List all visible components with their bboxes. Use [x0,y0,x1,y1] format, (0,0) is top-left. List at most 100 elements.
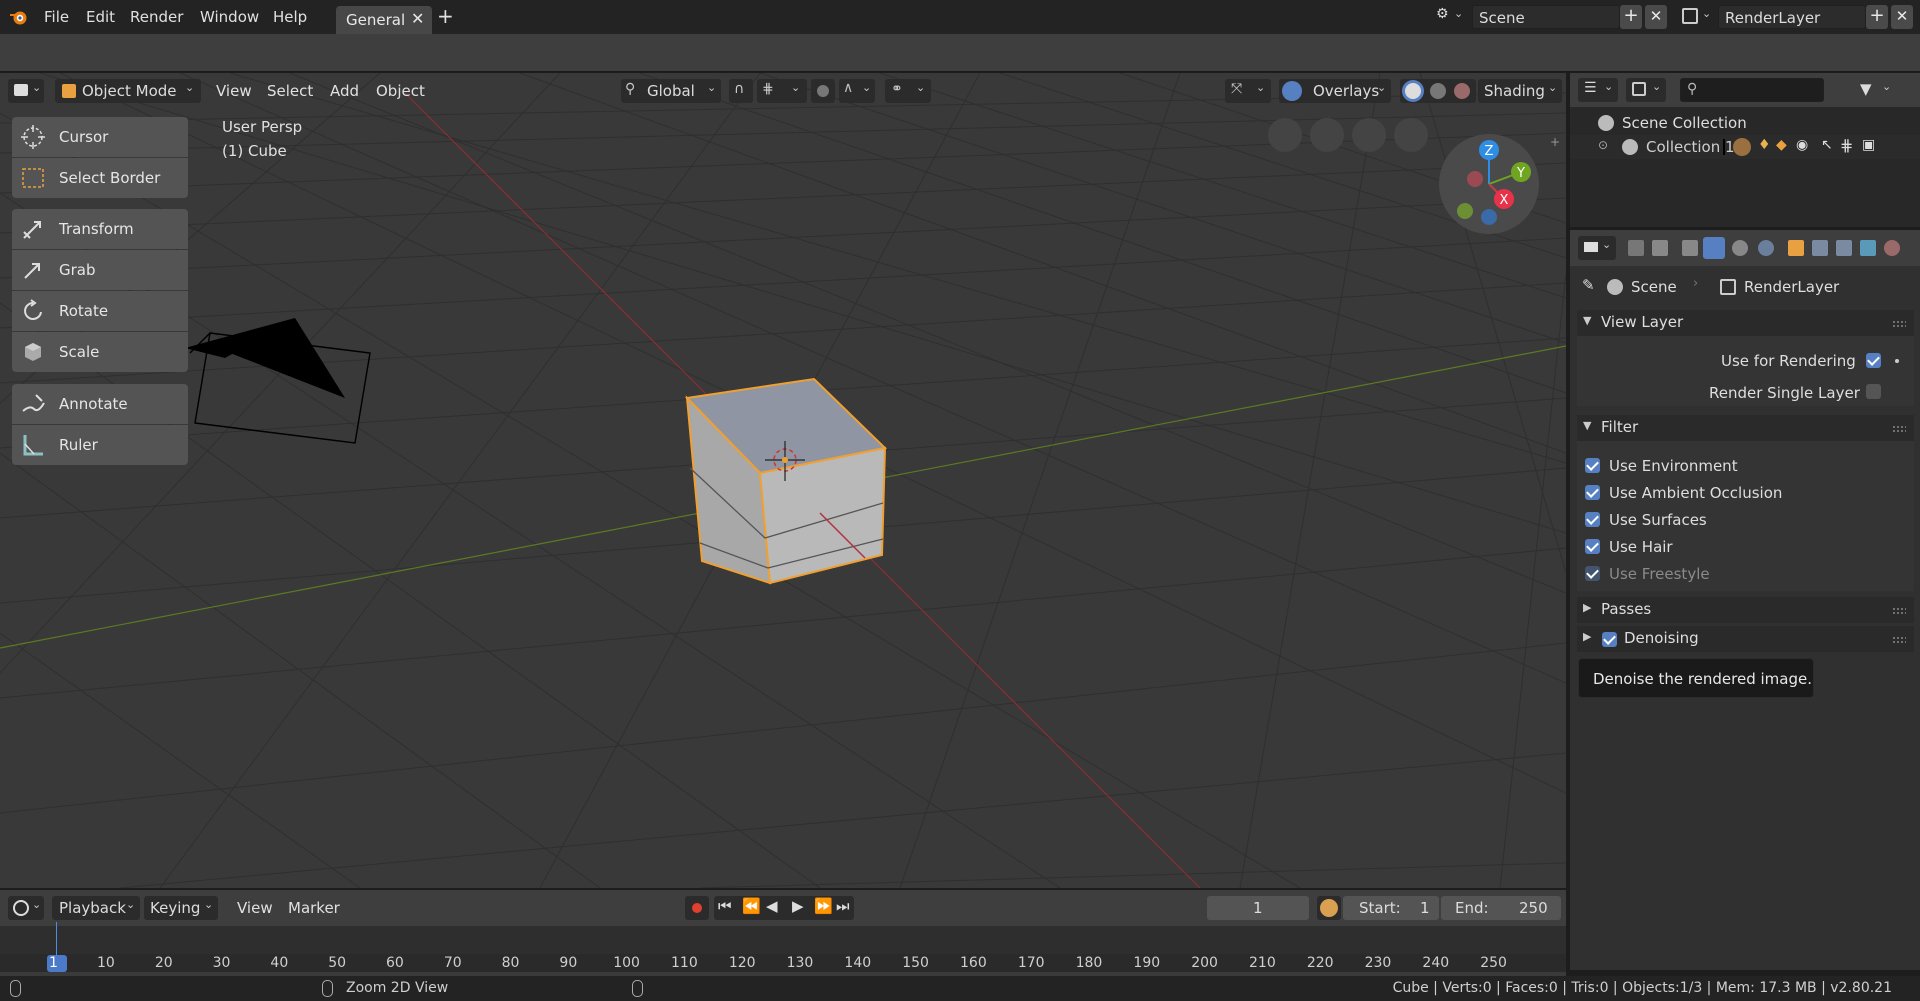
render-camera-icon[interactable]: ▣ [1862,137,1875,153]
object-types-visibility-dropdown[interactable]: ⚭ ⌄ [885,79,931,103]
tool-transform[interactable]: Transform [12,209,188,249]
blender-logo-icon[interactable] [8,6,30,28]
view-layer-tab-icon[interactable] [1703,237,1725,259]
falloff-dropdown[interactable]: ∧ ⌄ [839,79,875,103]
delete-renderlayer-button[interactable]: ✕ [1891,5,1913,29]
record-button[interactable] [685,896,709,920]
denoising-checkbox[interactable] [1602,632,1617,647]
chevron-down-icon[interactable]: ⌄ [1882,80,1891,93]
use-for-rendering-checkbox[interactable] [1866,353,1881,368]
jump-keyframe-back-icon[interactable]: ⏪ [742,897,761,915]
shading-dropdown[interactable]: Shading ⌄ [1478,79,1562,103]
menu-file[interactable]: File [44,8,69,26]
timeline-menu-marker[interactable]: Marker [288,899,340,917]
world-tab-icon[interactable] [1758,240,1774,256]
render-single-layer-checkbox[interactable] [1866,384,1881,399]
scene-tab-icon[interactable] [1732,240,1748,256]
add-workspace-icon[interactable]: + [437,4,454,28]
view-layer-panel-header[interactable]: ▼ View Layer [1577,310,1914,336]
play-icon[interactable]: ▶ [792,897,804,915]
panel-drag-handle[interactable] [1892,607,1906,615]
panel-drag-handle[interactable] [1892,636,1906,644]
filter-icon[interactable]: ▼ [1860,80,1872,98]
menu-render[interactable]: Render [130,8,183,26]
tool-rotate[interactable]: Rotate [12,291,188,331]
panel-drag-handle[interactable] [1892,320,1906,328]
tool-scale[interactable]: Scale [12,332,188,372]
filter-panel-header[interactable]: ▼ Filter [1577,415,1914,441]
object-data-tab-icon[interactable] [1860,240,1876,256]
playback-dropdown[interactable]: Playback ⌄ [52,896,140,920]
overlays-dropdown[interactable]: Overlays ⌄ [1279,79,1391,103]
use-surfaces-checkbox[interactable] [1585,512,1600,527]
output-tab-icon[interactable] [1682,240,1698,256]
display-mode-dropdown[interactable]: ⌄ [1626,78,1666,102]
tool-select-border[interactable]: Select Border [12,158,188,198]
scene-name-field[interactable]: Scene [1472,5,1620,29]
menu-window[interactable]: Window [200,8,259,26]
camera-view-icon[interactable] [1310,118,1344,152]
object-tab-icon[interactable] [1788,240,1804,256]
expand-icon[interactable]: ⊙ [1598,138,1608,152]
holdout-icon[interactable]: ⋕ [1840,136,1853,155]
preview-range-toggle[interactable] [1317,896,1341,920]
pan-view-icon[interactable] [1352,118,1386,152]
renderlayer-browse-button[interactable]: ⌄ [1680,5,1716,29]
use-ambient-occlusion-checkbox[interactable] [1585,485,1600,500]
jump-end-icon[interactable]: ⏭ [836,897,850,915]
navigation-gizmo[interactable]: Z Y X [1438,133,1540,235]
workspace-tab-general[interactable]: General ✕ [336,6,432,34]
gizmo-dropdown[interactable]: ⤧ ⌄ [1225,79,1271,103]
tool-ruler[interactable]: Ruler [12,425,188,465]
outliner-search-input[interactable]: ⚲ [1680,78,1824,102]
outliner-editor-type-button[interactable]: ☰ ⌄ [1578,78,1618,102]
cube-object[interactable] [680,373,910,593]
modifiers-tab-icon[interactable] [1836,240,1852,256]
rendered-shading-icon[interactable] [1454,83,1470,99]
passes-panel-header[interactable]: ▶ Passes [1577,597,1914,623]
tool-annotate[interactable]: Annotate [12,384,188,424]
mode-dropdown[interactable]: Object Mode ⌄ [55,79,201,103]
outliner-row-scene-collection[interactable]: Scene Collection [1570,111,1920,135]
denoising-panel-header[interactable]: ▶ Denoising [1577,626,1914,652]
material-tab-icon[interactable] [1884,240,1900,256]
animate-property-dot[interactable] [1895,359,1899,363]
select-arrow-icon[interactable]: ↖ [1821,137,1833,153]
snap-toggle[interactable]: ∩ [729,79,753,103]
renderlayer-name-field[interactable]: RenderLayer [1718,5,1866,29]
current-frame-field[interactable]: 1 [1207,896,1309,920]
timeline-menu-view[interactable]: View [237,899,273,917]
new-renderlayer-button[interactable]: + [1866,5,1888,29]
eye-icon[interactable]: ◉ [1796,137,1808,153]
material-shading-icon[interactable] [1430,83,1446,99]
panel-drag-handle[interactable] [1892,425,1906,433]
scene-browse-button[interactable]: ⚙ ⌄ [1434,5,1470,29]
timeline-editor-type-button[interactable]: ⌄ [8,896,44,920]
sidebar-toggle-icon[interactable]: + [1550,135,1560,149]
tool-cursor[interactable]: Cursor [12,117,188,157]
solid-shading-icon[interactable] [1405,83,1421,99]
pin-icon[interactable]: ✎ [1582,276,1595,294]
camera-object-icon[interactable] [185,243,375,453]
tool-tab-icon[interactable] [1628,240,1644,256]
editor-type-button[interactable]: ⌄ [8,79,44,103]
play-reverse-icon[interactable]: ◀ [766,897,778,915]
start-frame-field[interactable]: Start: 1 [1343,896,1439,920]
orientation-dropdown[interactable]: ⚲ Global ⌄ [621,79,721,103]
jump-keyframe-forward-icon[interactable]: ⏩ [814,897,833,915]
3d-viewport[interactable]: User Persp (1) Cube ⌄ Object Mode ⌄ View… [0,73,1566,888]
menu-select[interactable]: Select [267,82,313,100]
use-environment-checkbox[interactable] [1585,458,1600,473]
perspective-toggle-icon[interactable] [1268,118,1302,152]
menu-view[interactable]: View [216,82,252,100]
outliner-row-collection[interactable]: ⊙ Collection 1 ♦ ◆ ◉ ↖ ⋕ ▣ [1570,135,1920,159]
mesh-icon[interactable]: ◆ [1776,137,1787,153]
snap-target-dropdown[interactable]: ⋕ ⌄ [757,79,807,103]
menu-object[interactable]: Object [376,82,425,100]
jump-start-icon[interactable]: ⏮ [718,897,732,915]
menu-edit[interactable]: Edit [86,8,115,26]
new-scene-button[interactable]: + [1620,5,1642,29]
menu-help[interactable]: Help [273,8,307,26]
light-icon[interactable]: ♦ [1758,137,1771,153]
proportional-edit-toggle[interactable] [811,79,835,103]
